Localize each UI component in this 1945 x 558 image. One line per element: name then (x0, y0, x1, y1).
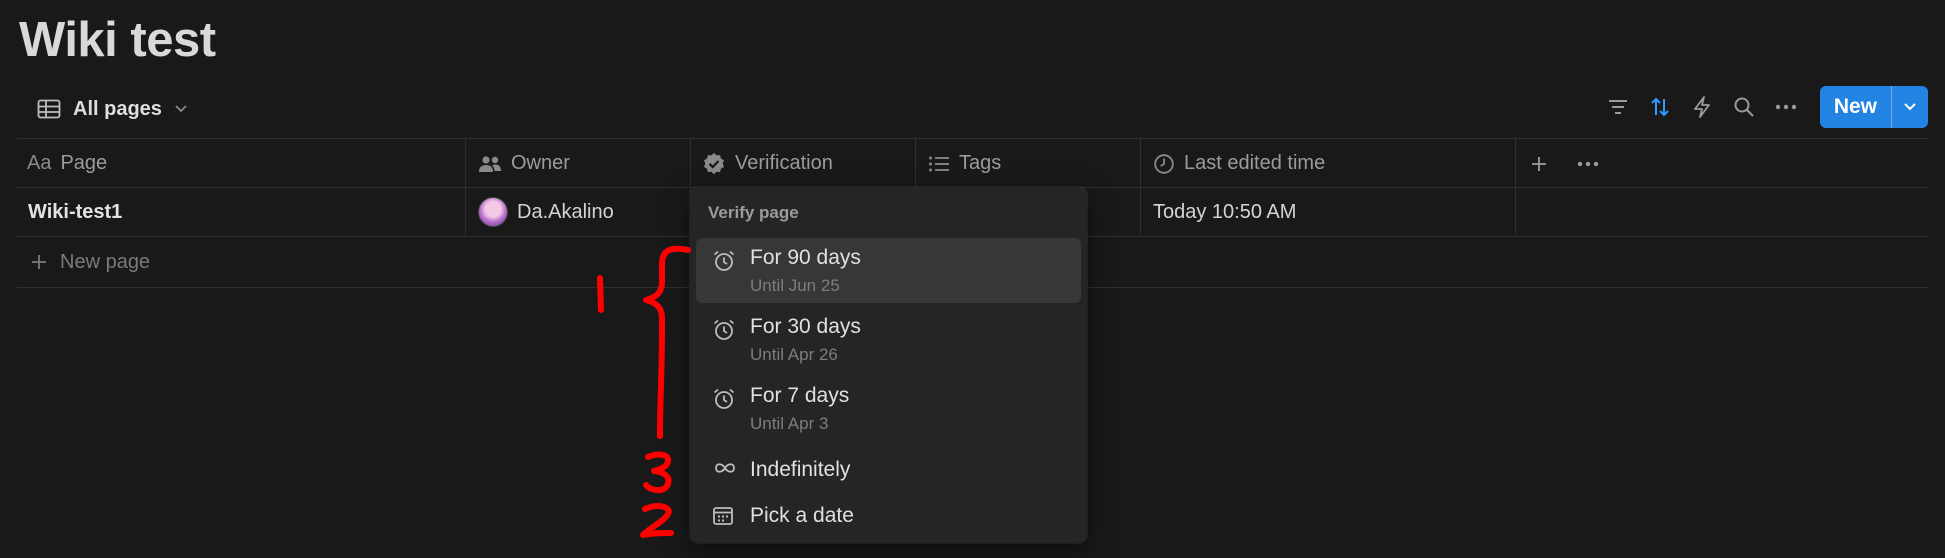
view-selector[interactable]: All pages (37, 92, 188, 126)
alarm-clock-icon (712, 249, 736, 278)
more-options-icon[interactable] (1772, 93, 1800, 121)
list-icon (928, 155, 950, 173)
column-divider (465, 138, 466, 237)
verify-page-menu: Verify page For 90 days Until Jun 25 For… (690, 187, 1087, 543)
column-header-tags[interactable]: Tags (928, 139, 1001, 188)
verify-indefinitely-option[interactable]: Indefinitely (696, 449, 1081, 489)
people-icon (478, 155, 502, 173)
sort-icon[interactable] (1646, 93, 1674, 121)
column-divider (1515, 138, 1516, 237)
verify-90-days-option[interactable]: For 90 days Until Jun 25 (696, 238, 1081, 303)
column-divider (1140, 138, 1141, 237)
table-icon (37, 99, 61, 119)
column-header-last-edited[interactable]: Last edited time (1153, 139, 1325, 188)
plus-icon (1532, 156, 1546, 171)
row-last-edited: Today 10:50 AM (1153, 200, 1297, 223)
new-button-dropdown[interactable] (1891, 86, 1928, 128)
annotation-mark-3 (643, 451, 672, 494)
new-button[interactable]: New (1819, 86, 1928, 128)
chevron-down-icon (1904, 103, 1916, 111)
column-header-page[interactable]: Aa Page (27, 139, 107, 188)
verify-7-days-option[interactable]: For 7 days Until Apr 3 (696, 376, 1081, 441)
new-page-button[interactable]: New page (30, 237, 150, 287)
alarm-clock-icon (712, 318, 736, 347)
pick-a-date-option[interactable]: Pick a date (696, 496, 1081, 536)
infinity-icon (712, 460, 738, 481)
add-property-button[interactable] (1530, 139, 1548, 188)
lightning-icon[interactable] (1688, 93, 1716, 121)
column-more-options[interactable] (1577, 139, 1599, 188)
alarm-clock-icon (712, 387, 736, 416)
view-label: All pages (73, 97, 162, 120)
page-title: Wiki test (19, 13, 216, 67)
calendar-icon (712, 505, 734, 532)
menu-header: Verify page (708, 203, 799, 222)
verify-30-days-option[interactable]: For 30 days Until Apr 26 (696, 307, 1081, 372)
avatar (478, 197, 508, 227)
new-button-label[interactable]: New (1820, 86, 1891, 128)
verified-badge-icon (702, 152, 726, 176)
column-header-owner[interactable]: Owner (478, 139, 570, 188)
more-options-icon (1577, 161, 1599, 166)
column-header-verification[interactable]: Verification (702, 139, 833, 188)
plus-icon (32, 255, 46, 269)
clock-icon (1153, 153, 1175, 175)
row-owner[interactable]: Da.Akalino (478, 188, 614, 236)
database-toolbar: New (1604, 86, 1928, 128)
chevron-down-icon (174, 104, 188, 114)
annotation-mark-2 (640, 503, 674, 538)
filter-icon[interactable] (1604, 93, 1632, 121)
annotation-mark-1 (597, 275, 604, 313)
search-icon[interactable] (1730, 93, 1758, 121)
annotation-brace (643, 245, 691, 439)
aa-text-icon: Aa (27, 152, 52, 174)
row-page-title[interactable]: Wiki-test1 (28, 188, 122, 236)
